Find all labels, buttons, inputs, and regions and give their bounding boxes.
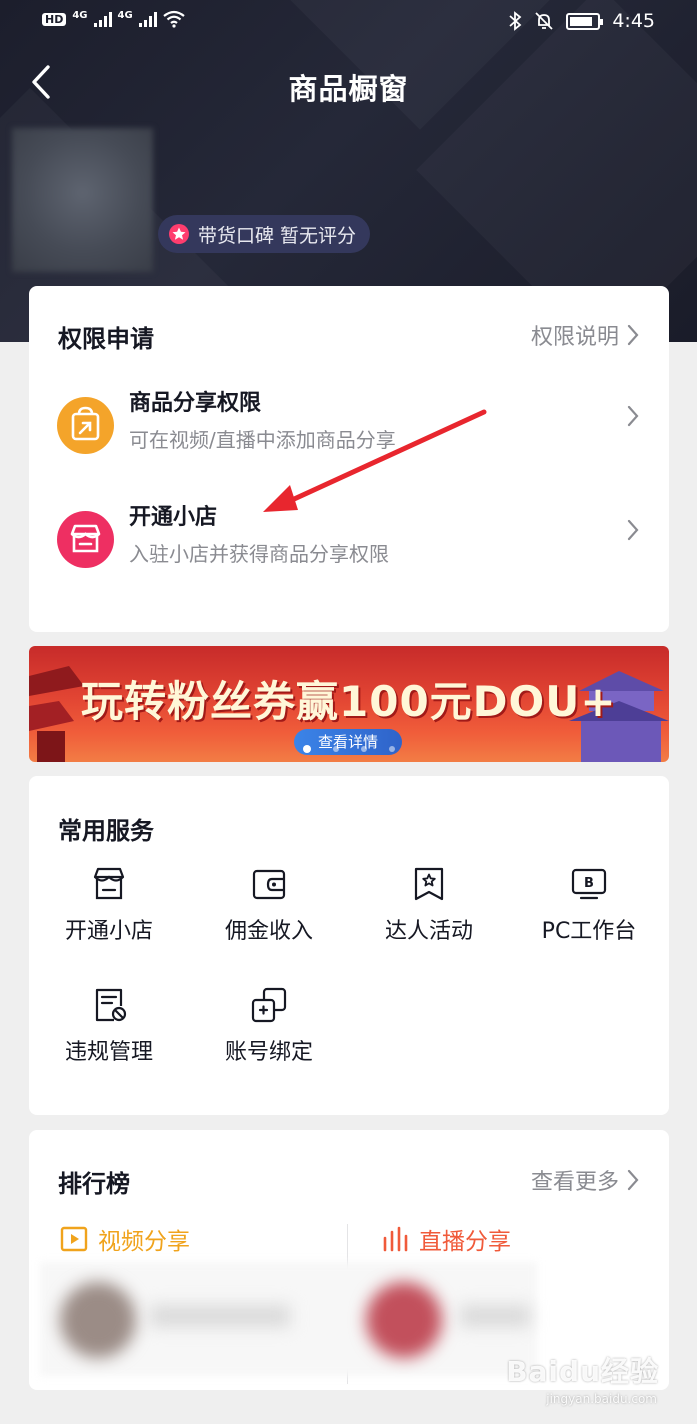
tab-live-share[interactable]: 直播分享 — [381, 1222, 511, 1256]
product-share-permission-desc: 可在视频/直播中添加商品分享 — [129, 428, 396, 452]
service-violation-management[interactable]: 违规管理 — [29, 986, 189, 1066]
service-creator-activities[interactable]: 达人活动 — [349, 865, 509, 945]
avatar[interactable] — [12, 128, 153, 272]
svg-text:B: B — [584, 876, 594, 891]
bluetooth-icon — [509, 11, 522, 31]
watermark-url: jingyan.baidu.com — [546, 1392, 657, 1406]
share-bag-icon — [57, 397, 114, 454]
status-bar: HD 4G 4G 4:45 — [0, 0, 697, 44]
service-label: 账号绑定 — [224, 1040, 313, 1065]
service-commission[interactable]: 佣金收入 — [189, 865, 349, 945]
ranking-more-label: 查看更多 — [530, 1170, 619, 1195]
signal-icon — [93, 11, 112, 27]
wifi-icon — [163, 10, 185, 28]
tab-video-share-label: 视频分享 — [98, 1229, 190, 1255]
permission-card: 权限申请 权限说明 商品分享权限 可在视频/直播中添加商品分享 开通小店 入驻小… — [29, 286, 669, 632]
navigation-bar: 商品橱窗 — [0, 50, 697, 116]
signal-icon-2 — [138, 11, 157, 27]
ranking-avatar-2 — [366, 1282, 442, 1358]
service-open-shop[interactable]: 开通小店 — [29, 865, 189, 945]
tab-video-share[interactable]: 视频分享 — [60, 1222, 190, 1256]
hd-indicator: HD — [42, 12, 67, 26]
network-type-1: 4G — [72, 10, 88, 21]
shop-icon — [93, 867, 125, 900]
services-card: 常用服务 开通小店 佣金收入 达人活动 B PC工作台 违规管理 账号绑定 — [29, 776, 669, 1115]
watermark-logo: Baidu经验 — [506, 1355, 659, 1388]
service-label: 违规管理 — [64, 1040, 153, 1065]
service-label: 达人活动 — [384, 919, 473, 944]
service-label: PC工作台 — [541, 919, 637, 944]
reputation-label: 带货口碑 暂无评分 — [198, 224, 357, 247]
chevron-right-icon — [627, 405, 639, 427]
star-bookmark-icon — [414, 867, 444, 901]
clock: 4:45 — [612, 10, 655, 32]
video-play-icon — [60, 1226, 88, 1252]
permission-explanation-link[interactable]: 权限说明 — [531, 319, 639, 351]
open-shop-row[interactable]: 开通小店 入驻小店并获得商品分享权限 — [29, 489, 669, 589]
promo-banner[interactable]: 玩转粉丝券赢100元DOU+ 查看详情 — [29, 646, 669, 762]
ranking-avatar-1 — [60, 1282, 136, 1358]
chevron-right-icon — [627, 1169, 639, 1191]
open-shop-name: 开通小店 — [129, 505, 218, 530]
mute-bell-icon — [535, 12, 553, 30]
account-link-icon — [251, 987, 287, 1023]
shop-icon — [57, 511, 114, 568]
pc-monitor-icon: B — [571, 868, 607, 900]
service-label: 开通小店 — [64, 919, 153, 944]
service-account-binding[interactable]: 账号绑定 — [189, 986, 349, 1066]
banner-headline: 玩转粉丝券赢100元DOU+ — [81, 677, 617, 726]
page-title: 商品橱窗 — [288, 72, 409, 106]
violation-doc-icon — [95, 988, 127, 1022]
product-share-permission-row[interactable]: 商品分享权限 可在视频/直播中添加商品分享 — [29, 375, 669, 475]
wallet-icon — [252, 869, 286, 900]
open-shop-desc: 入驻小店并获得商品分享权限 — [129, 542, 389, 566]
star-icon — [169, 224, 189, 244]
product-share-permission-name: 商品分享权限 — [129, 391, 262, 416]
ranking-section-title: 排行榜 — [58, 1170, 130, 1198]
chevron-right-icon — [627, 324, 639, 346]
services-section-title: 常用服务 — [58, 817, 154, 845]
network-type-2: 4G — [117, 10, 133, 21]
tab-live-share-label: 直播分享 — [419, 1229, 511, 1255]
live-bars-icon — [383, 1226, 408, 1252]
service-label: 佣金收入 — [224, 919, 313, 944]
banner-pagination — [303, 745, 395, 753]
ranking-text-2 — [460, 1305, 530, 1327]
battery-icon — [566, 12, 604, 30]
service-pc-workbench[interactable]: B PC工作台 — [509, 865, 669, 945]
ranking-more-link[interactable]: 查看更多 — [531, 1164, 639, 1196]
ranking-text-1 — [150, 1305, 290, 1327]
permission-section-title: 权限申请 — [58, 325, 154, 353]
chevron-right-icon — [627, 519, 639, 541]
permission-explanation-label: 权限说明 — [530, 325, 619, 350]
reputation-badge[interactable]: 带货口碑 暂无评分 — [158, 215, 371, 253]
